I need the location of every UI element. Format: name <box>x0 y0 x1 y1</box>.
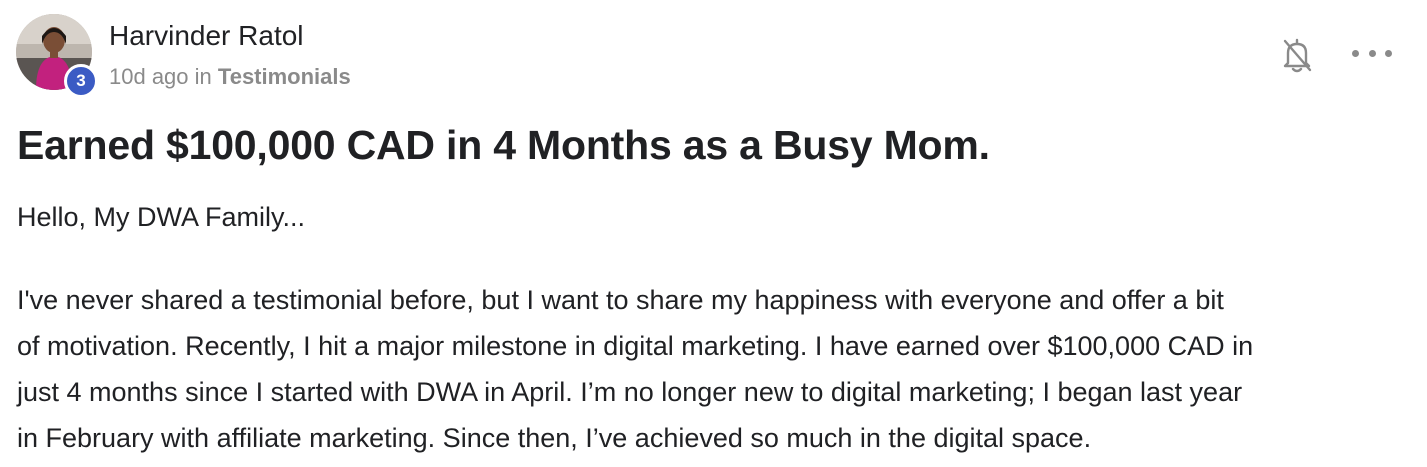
more-dot <box>1352 49 1359 57</box>
level-badge: 3 <box>64 64 98 98</box>
body-line: of motivation. Recently, I hit a major m… <box>17 331 1254 361</box>
author-name[interactable]: Harvinder Ratol <box>109 20 304 52</box>
post-greeting: Hello, My DWA Family... <box>17 202 306 232</box>
more-dot <box>1385 49 1392 57</box>
body-line: just 4 months since I started with DWA i… <box>17 377 1243 407</box>
more-horizontal-icon[interactable] <box>1352 42 1392 64</box>
bell-off-icon[interactable] <box>1280 36 1314 74</box>
meta-in-word: in <box>194 64 212 89</box>
post-body: I've never shared a testimonial before, … <box>17 277 1417 461</box>
post-time: 10d ago <box>109 64 189 89</box>
post-card: 3 Harvinder Ratol 10d ago in Testimonial… <box>0 0 1427 467</box>
category-link[interactable]: Testimonials <box>218 64 351 89</box>
more-dot <box>1368 49 1376 57</box>
post-meta: 10d ago in Testimonials <box>109 64 351 90</box>
author-avatar-wrap[interactable]: 3 <box>16 14 98 98</box>
body-line: I've never shared a testimonial before, … <box>17 285 1224 315</box>
body-line: in February with affiliate marketing. Si… <box>17 423 1092 453</box>
post-title: Earned $100,000 CAD in 4 Months as a Bus… <box>17 122 990 168</box>
